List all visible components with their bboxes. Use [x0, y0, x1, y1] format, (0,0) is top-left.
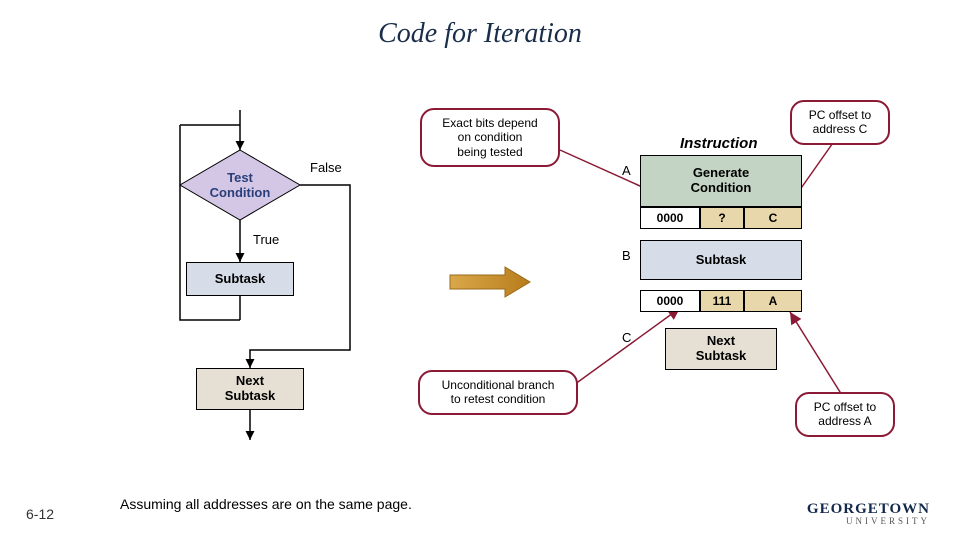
row2-cell-target: A — [744, 290, 802, 312]
label-true: True — [253, 232, 279, 247]
row2-cell-opcode: 0000 — [640, 290, 700, 312]
annot-exact-bits: Exact bits depend on condition being tes… — [420, 108, 560, 167]
university-logo: GEORGETOWN UNIVERSITY — [807, 502, 930, 526]
annot-pc-offset-a: PC offset to address A — [795, 392, 895, 437]
slide-number: 6-12 — [26, 506, 54, 522]
block-next-subtask-right: Next Subtask — [665, 328, 777, 370]
label-false: False — [310, 160, 342, 175]
label-instruction: Instruction — [680, 135, 758, 152]
footer-note: Assuming all addresses are on the same p… — [120, 496, 412, 512]
annot-uncond-branch: Unconditional branch to retest condition — [418, 370, 578, 415]
row1-cell-opcode: 0000 — [640, 207, 700, 229]
row1-cell-cond: ? — [700, 207, 744, 229]
block-generate-condition: Generate Condition — [640, 155, 802, 207]
annot-pc-offset-c: PC offset to address C — [790, 100, 890, 145]
box-next-subtask: Next Subtask — [196, 368, 304, 410]
block-subtask-right: Subtask — [640, 240, 802, 280]
decision-test-condition: Test Condition — [205, 168, 275, 204]
logo-line1: GEORGETOWN — [807, 502, 930, 517]
flowchart-svg — [0, 0, 960, 540]
logo-line2: UNIVERSITY — [807, 517, 930, 526]
row1-cell-target: C — [744, 207, 802, 229]
label-A: A — [622, 163, 631, 178]
diagram-stage: Test Condition False True Subtask Next S… — [0, 0, 960, 540]
label-B: B — [622, 248, 631, 263]
label-C: C — [622, 330, 631, 345]
box-subtask: Subtask — [186, 262, 294, 296]
row2-cell-cond: 111 — [700, 290, 744, 312]
